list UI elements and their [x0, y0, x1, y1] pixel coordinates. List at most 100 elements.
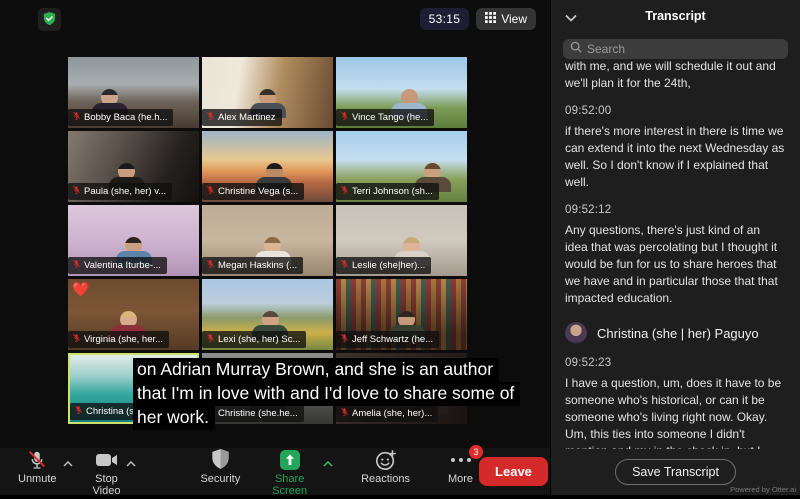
- security-shield-icon: [211, 449, 230, 471]
- avatar: [565, 322, 587, 344]
- meeting-timer: 53:15: [420, 8, 470, 30]
- transcript-title: Transcript: [645, 9, 705, 23]
- participant-name: Valentina Iturbe-...: [84, 260, 161, 271]
- participant-tile[interactable]: Valentina Iturbe-...: [68, 205, 199, 276]
- transcript-search[interactable]: [563, 39, 788, 59]
- participant-tile[interactable]: Jeff Schwartz (he...: [336, 279, 467, 350]
- participant-name-tag: Megan Haskins (...: [202, 257, 303, 274]
- speaker-name: Christina (she | her) Paguyo: [597, 326, 759, 341]
- transcript-timestamp: 09:52:23: [565, 357, 786, 369]
- collapse-panel-chevron-icon[interactable]: [565, 9, 577, 27]
- participant-tile[interactable]: Alex Martinez: [202, 57, 333, 128]
- participant-name-tag: Valentina Iturbe-...: [68, 257, 167, 274]
- shield-check-icon: [42, 11, 57, 29]
- participant-name-tag: Leslie (she|her)...: [336, 257, 431, 274]
- participant-name-tag: Jeff Schwartz (he...: [336, 331, 439, 348]
- participant-name: Christine Vega (s...: [218, 186, 298, 197]
- audio-options-chevron[interactable]: [63, 454, 73, 472]
- transcript-paragraph: if there's more interest in there is tim…: [565, 123, 786, 191]
- muted-mic-icon: [340, 333, 349, 346]
- leave-button[interactable]: Leave: [479, 457, 548, 486]
- participant-name: Leslie (she|her)...: [352, 260, 425, 271]
- security-label: Security: [200, 473, 240, 485]
- participant-name: Megan Haskins (...: [218, 260, 297, 271]
- participant-tile[interactable]: Lexi (she, her) Sc...: [202, 279, 333, 350]
- reactions-smiley-icon: [375, 449, 397, 471]
- unmute-button[interactable]: Unmute: [12, 445, 63, 487]
- participant-tile[interactable]: Christine Vega (s...: [202, 131, 333, 202]
- participant-name-tag: Lexi (she, her) Sc...: [202, 331, 306, 348]
- view-button[interactable]: View: [476, 8, 536, 30]
- reactions-button[interactable]: Reactions: [355, 445, 416, 487]
- search-icon: [570, 40, 582, 58]
- participant-name-tag: Terri Johnson (sh...: [336, 183, 439, 200]
- more-label: More: [448, 473, 473, 485]
- share-screen-button[interactable]: Share Screen: [266, 445, 313, 499]
- participant-tile[interactable]: ❤️ Virginia (she, her...: [68, 279, 199, 350]
- participant-name: Terri Johnson (sh...: [352, 186, 433, 197]
- transcript-timestamp: 09:52:00: [565, 105, 786, 117]
- stop-video-button[interactable]: Stop Video: [87, 445, 127, 499]
- participant-tile[interactable]: Vince Tango (he...: [336, 57, 467, 128]
- participant-tile[interactable]: Megan Haskins (...: [202, 205, 333, 276]
- video-options-chevron[interactable]: [126, 454, 136, 472]
- meeting-toolbar: Unmute Stop Video: [0, 448, 550, 495]
- reactions-label: Reactions: [361, 473, 410, 485]
- participant-name-tag: Vince Tango (he...: [336, 109, 434, 126]
- participant-tile[interactable]: Terri Johnson (sh...: [336, 131, 467, 202]
- stop-video-label: Stop Video: [93, 473, 121, 497]
- microphone-muted-icon: [26, 449, 48, 471]
- transcript-paragraph: Any questions, there's just kind of an i…: [565, 222, 786, 307]
- meeting-topbar: 53:15 View: [0, 0, 550, 40]
- caption-line: her work.: [133, 406, 215, 430]
- participant-tile[interactable]: Bobby Baca (he.h...: [68, 57, 199, 128]
- muted-mic-icon: [206, 333, 215, 346]
- caption-line: on Adrian Murray Brown, and she is an au…: [133, 358, 499, 382]
- transcript-header: Transcript: [551, 0, 800, 32]
- muted-mic-icon: [340, 185, 349, 198]
- muted-mic-icon: [72, 259, 81, 272]
- participant-name: Paula (she, her) v...: [84, 186, 166, 197]
- muted-mic-icon: [206, 185, 215, 198]
- participant-name: Vince Tango (he...: [352, 112, 428, 123]
- zoom-meeting-window: 53:15 View Bobby Baca (he.h... Alex Marti…: [0, 0, 800, 495]
- muted-mic-icon: [340, 111, 349, 124]
- participant-tile[interactable]: Leslie (she|her)...: [336, 205, 467, 276]
- search-input[interactable]: [587, 42, 781, 56]
- caption-line: that I'm in love with and I'd love to sh…: [133, 382, 520, 406]
- unmute-label: Unmute: [18, 473, 57, 485]
- muted-mic-icon: [206, 259, 215, 272]
- participant-name: Jeff Schwartz (he...: [352, 334, 433, 345]
- participant-name: Virginia (she, her...: [84, 334, 163, 345]
- transcript-speaker-row: Christina (she | her) Paguyo: [565, 322, 786, 344]
- muted-mic-icon: [72, 111, 81, 124]
- transcript-timestamp: 09:52:12: [565, 204, 786, 216]
- save-transcript-button[interactable]: Save Transcript: [615, 459, 736, 485]
- muted-mic-icon: [74, 405, 83, 418]
- video-area: 53:15 View Bobby Baca (he.h... Alex Marti…: [0, 0, 550, 495]
- transcript-body: with me, and we will schedule it out and…: [551, 61, 800, 449]
- video-camera-icon: [95, 449, 119, 471]
- transcript-paragraph: with me, and we will schedule it out and…: [565, 61, 786, 92]
- participant-name-tag: Christine Vega (s...: [202, 183, 304, 200]
- share-screen-label: Share Screen: [272, 473, 307, 497]
- muted-mic-icon: [72, 185, 81, 198]
- participant-tile[interactable]: Paula (she, her) v...: [68, 131, 199, 202]
- powered-by-otter-label: Powered by Otter.ai: [730, 485, 796, 494]
- security-button[interactable]: Security: [194, 445, 246, 487]
- participant-name: Bobby Baca (he.h...: [84, 112, 167, 123]
- participant-name-tag: Bobby Baca (he.h...: [68, 109, 173, 126]
- participant-name-tag: Virginia (she, her...: [68, 331, 169, 348]
- security-shield-button[interactable]: [38, 8, 61, 31]
- heart-reaction-icon: ❤️: [72, 282, 89, 296]
- participant-name: Lexi (she, her) Sc...: [218, 334, 300, 345]
- share-options-chevron[interactable]: [323, 454, 333, 472]
- participant-name-tag: Paula (she, her) v...: [68, 183, 172, 200]
- muted-mic-icon: [72, 333, 81, 346]
- caption-overlay: on Adrian Murray Brown, and she is an au…: [133, 358, 545, 430]
- gallery-grid-icon: [485, 12, 496, 26]
- more-notification-badge: 3: [469, 445, 483, 459]
- muted-mic-icon: [340, 259, 349, 272]
- participant-name-tag: Alex Martinez: [202, 109, 282, 126]
- participant-name: Alex Martinez: [218, 112, 276, 123]
